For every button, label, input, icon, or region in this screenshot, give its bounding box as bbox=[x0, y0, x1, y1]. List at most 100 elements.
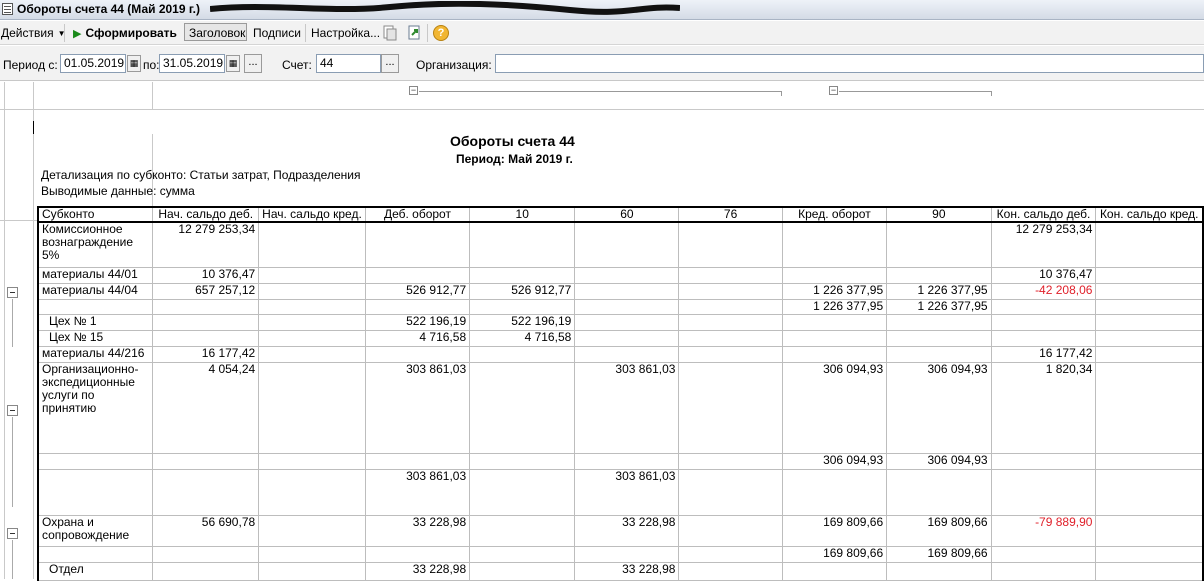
amount-cell[interactable] bbox=[574, 452, 680, 470]
amount-cell[interactable] bbox=[678, 545, 783, 563]
amount-cell[interactable] bbox=[990, 329, 1097, 347]
subconto-cell[interactable]: Комиссионное вознаграждение 5% bbox=[37, 221, 154, 268]
amount-cell[interactable] bbox=[886, 221, 992, 268]
amount-cell[interactable] bbox=[678, 266, 783, 284]
amount-cell[interactable] bbox=[678, 298, 783, 315]
amount-cell[interactable] bbox=[258, 329, 366, 347]
period-from-input[interactable]: 01.05.2019 bbox=[60, 54, 126, 73]
amount-cell[interactable]: 10 376,47 bbox=[152, 266, 260, 284]
amount-cell[interactable] bbox=[1095, 468, 1204, 516]
copy-report-icon[interactable] bbox=[382, 25, 398, 41]
amount-cell[interactable] bbox=[1095, 282, 1204, 300]
amount-cell[interactable] bbox=[1095, 313, 1204, 331]
amount-cell[interactable] bbox=[469, 221, 576, 268]
subconto-cell[interactable]: Организационно-экспедиционные услуги по … bbox=[37, 361, 154, 454]
subconto-cell[interactable]: материалы 44/216 bbox=[37, 345, 154, 363]
amount-cell[interactable] bbox=[469, 345, 576, 363]
amount-cell[interactable] bbox=[469, 266, 576, 284]
amount-cell[interactable]: 16 177,42 bbox=[990, 345, 1097, 363]
amount-cell[interactable] bbox=[886, 345, 992, 363]
amount-cell[interactable] bbox=[1095, 345, 1204, 363]
amount-cell[interactable] bbox=[152, 545, 260, 563]
amount-cell[interactable] bbox=[574, 313, 680, 331]
amount-cell[interactable]: -79 889,90 bbox=[990, 514, 1097, 547]
amount-cell[interactable] bbox=[152, 298, 260, 315]
subconto-cell[interactable]: Отдел bbox=[37, 561, 154, 581]
actions-menu[interactable]: Действия ▼ bbox=[1, 24, 66, 42]
amount-cell[interactable]: 303 861,03 bbox=[364, 361, 471, 454]
amount-cell[interactable] bbox=[258, 561, 366, 581]
amount-cell[interactable] bbox=[990, 452, 1097, 470]
amount-cell[interactable] bbox=[574, 329, 680, 347]
amount-cell[interactable] bbox=[258, 266, 366, 284]
amount-cell[interactable] bbox=[574, 345, 680, 363]
amount-cell[interactable]: 1 226 377,95 bbox=[886, 282, 992, 300]
period-to-input[interactable]: 31.05.2019 bbox=[159, 54, 225, 73]
amount-cell[interactable] bbox=[678, 514, 783, 547]
amount-cell[interactable]: 526 912,77 bbox=[469, 282, 576, 300]
calendar-icon[interactable]: ▦ bbox=[127, 55, 141, 72]
amount-cell[interactable] bbox=[574, 282, 680, 300]
amount-cell[interactable] bbox=[258, 282, 366, 300]
amount-cell[interactable] bbox=[258, 514, 366, 547]
subconto-cell[interactable] bbox=[37, 545, 154, 563]
amount-cell[interactable]: 16 177,42 bbox=[152, 345, 260, 363]
amount-cell[interactable]: 4 716,58 bbox=[364, 329, 471, 347]
amount-cell[interactable]: 169 809,66 bbox=[886, 545, 992, 563]
amount-cell[interactable] bbox=[781, 329, 888, 347]
amount-cell[interactable]: 1 820,34 bbox=[990, 361, 1097, 454]
amount-cell[interactable] bbox=[1095, 266, 1204, 284]
amount-cell[interactable] bbox=[364, 266, 471, 284]
amount-cell[interactable]: 4 054,24 bbox=[152, 361, 260, 454]
amount-cell[interactable] bbox=[469, 361, 576, 454]
amount-cell[interactable] bbox=[990, 545, 1097, 563]
amount-cell[interactable] bbox=[469, 468, 576, 516]
amount-cell[interactable]: 33 228,98 bbox=[574, 514, 680, 547]
amount-cell[interactable] bbox=[781, 345, 888, 363]
amount-cell[interactable] bbox=[781, 561, 888, 581]
subconto-cell[interactable]: Охрана и сопровождение bbox=[37, 514, 154, 547]
amount-cell[interactable] bbox=[258, 452, 366, 470]
amount-cell[interactable]: 306 094,93 bbox=[886, 361, 992, 454]
amount-cell[interactable] bbox=[678, 282, 783, 300]
amount-cell[interactable] bbox=[1095, 514, 1204, 547]
amount-cell[interactable]: 306 094,93 bbox=[781, 452, 888, 470]
amount-cell[interactable] bbox=[990, 298, 1097, 315]
amount-cell[interactable] bbox=[574, 266, 680, 284]
amount-cell[interactable]: 526 912,77 bbox=[364, 282, 471, 300]
amount-cell[interactable]: 33 228,98 bbox=[364, 514, 471, 547]
amount-cell[interactable] bbox=[781, 221, 888, 268]
subconto-cell[interactable]: Цех № 1 bbox=[37, 313, 154, 331]
amount-cell[interactable] bbox=[990, 468, 1097, 516]
amount-cell[interactable] bbox=[990, 561, 1097, 581]
amount-cell[interactable] bbox=[258, 545, 366, 563]
amount-cell[interactable] bbox=[469, 514, 576, 547]
amount-cell[interactable]: 522 196,19 bbox=[469, 313, 576, 331]
subconto-cell[interactable]: материалы 44/01 bbox=[37, 266, 154, 284]
amount-cell[interactable]: 33 228,98 bbox=[574, 561, 680, 581]
amount-cell[interactable]: 1 226 377,95 bbox=[886, 298, 992, 315]
amount-cell[interactable] bbox=[258, 345, 366, 363]
amount-cell[interactable] bbox=[678, 329, 783, 347]
amount-cell[interactable] bbox=[152, 452, 260, 470]
subconto-cell[interactable]: материалы 44/04 bbox=[37, 282, 154, 300]
amount-cell[interactable] bbox=[364, 298, 471, 315]
amount-cell[interactable]: 303 861,03 bbox=[574, 468, 680, 516]
amount-cell[interactable] bbox=[678, 468, 783, 516]
amount-cell[interactable] bbox=[364, 545, 471, 563]
amount-cell[interactable] bbox=[678, 452, 783, 470]
amount-cell[interactable] bbox=[886, 561, 992, 581]
amount-cell[interactable]: 169 809,66 bbox=[886, 514, 992, 547]
settings-button[interactable]: Настройка... bbox=[311, 24, 380, 42]
amount-cell[interactable]: 12 279 253,34 bbox=[152, 221, 260, 268]
amount-cell[interactable]: 657 257,12 bbox=[152, 282, 260, 300]
amount-cell[interactable]: 306 094,93 bbox=[781, 361, 888, 454]
amount-cell[interactable] bbox=[781, 468, 888, 516]
amount-cell[interactable] bbox=[678, 221, 783, 268]
period-select-button[interactable]: ... bbox=[244, 54, 262, 73]
amount-cell[interactable] bbox=[469, 545, 576, 563]
amount-cell[interactable] bbox=[152, 468, 260, 516]
amount-cell[interactable] bbox=[1095, 545, 1204, 563]
amount-cell[interactable] bbox=[1095, 329, 1204, 347]
amount-cell[interactable] bbox=[152, 561, 260, 581]
